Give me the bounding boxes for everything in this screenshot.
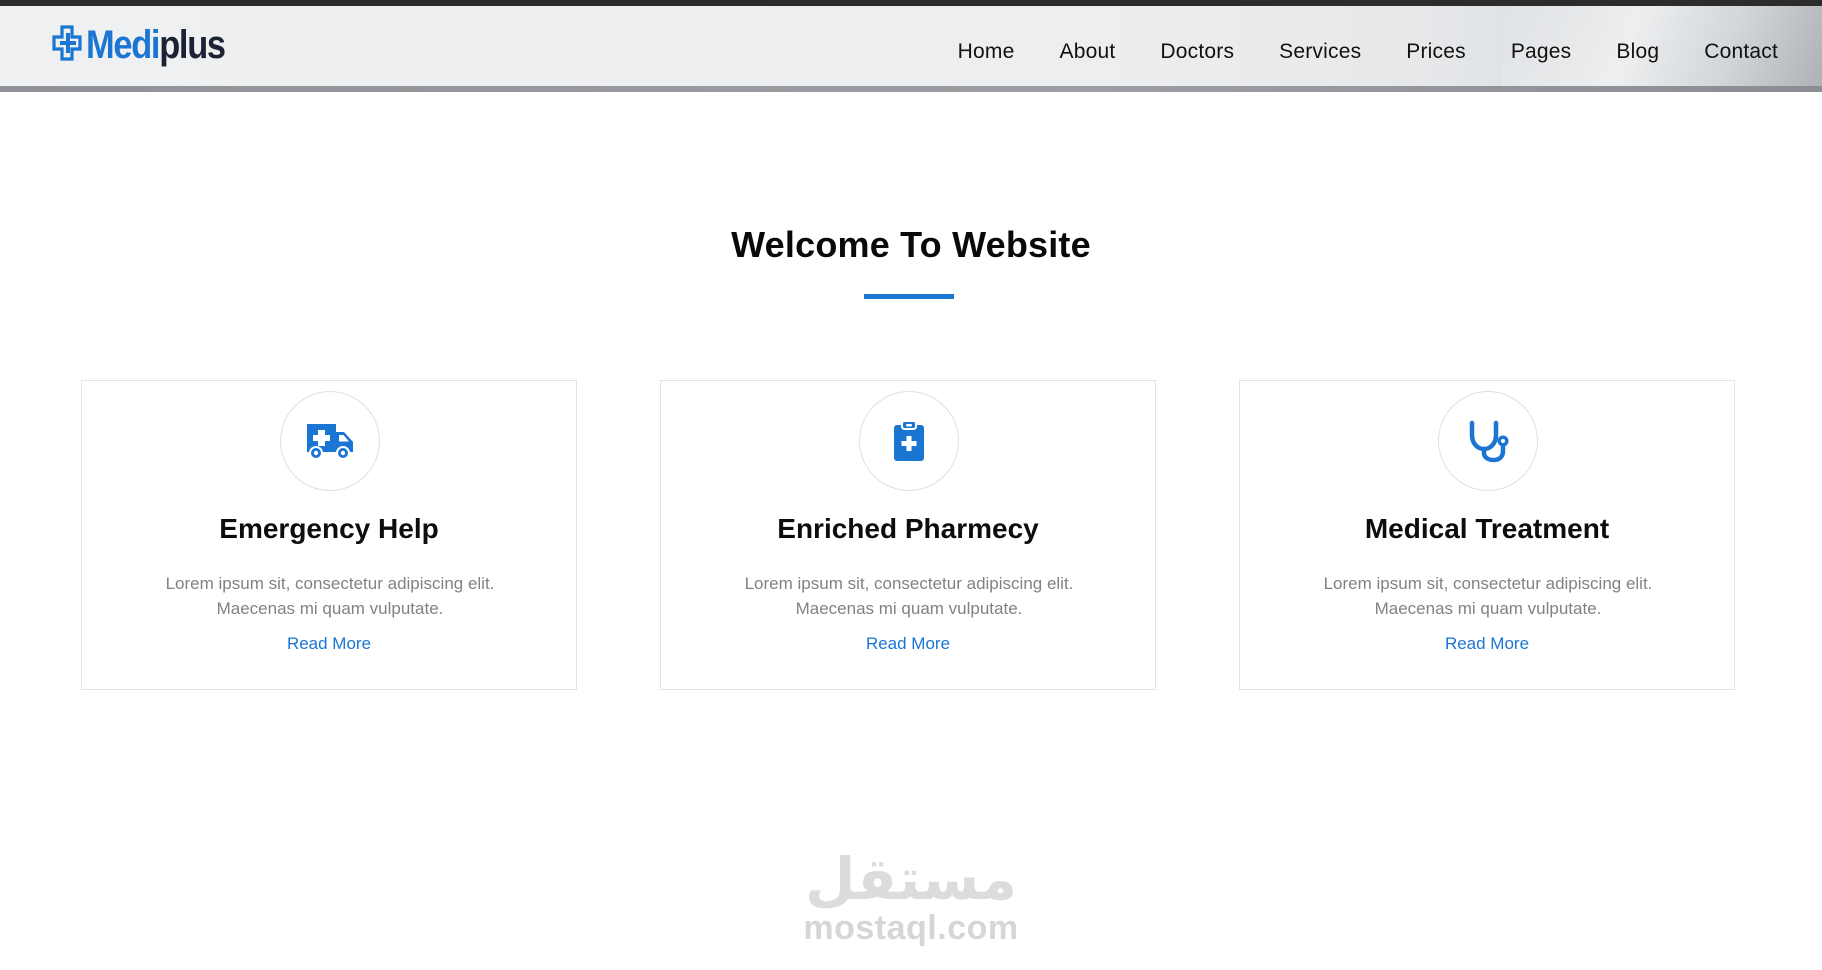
logo-text: Mediplus xyxy=(86,22,226,68)
site-logo[interactable]: Mediplus xyxy=(52,20,247,70)
card-text: Lorem ipsum sit, consectetur adipiscing … xyxy=(744,574,1074,618)
card-icon-circle xyxy=(280,391,380,491)
card-title: Emergency Help xyxy=(219,513,439,544)
logo-text-plus: plus xyxy=(159,22,226,67)
card-title: Medical Treatment xyxy=(1364,513,1610,544)
nav-home[interactable]: Home xyxy=(958,40,1015,64)
nav-services[interactable]: Services xyxy=(1279,40,1361,64)
mostaql-watermark: مستقل mostaql.com xyxy=(796,848,1026,958)
card-icon-circle xyxy=(859,391,959,491)
ambulance-icon xyxy=(307,424,353,460)
card-icon-circle xyxy=(1438,391,1538,491)
nav-contact[interactable]: Contact xyxy=(1704,40,1778,64)
read-more-link[interactable]: Read More xyxy=(82,634,576,654)
clipboard-medical-icon xyxy=(894,420,924,461)
logo-text-medi: Medi xyxy=(86,22,160,67)
read-more-link[interactable]: Read More xyxy=(661,634,1155,654)
feature-card-emergency: Emergency Help Lorem ipsum sit, consecte… xyxy=(81,380,577,690)
nav-prices[interactable]: Prices xyxy=(1406,40,1466,64)
nav-about[interactable]: About xyxy=(1060,40,1116,64)
card-text: Lorem ipsum sit, consectetur adipiscing … xyxy=(1323,574,1653,618)
section-title: Welcome To Website xyxy=(731,224,1091,265)
card-title: Enriched Pharmecy xyxy=(777,513,1039,544)
nav-blog[interactable]: Blog xyxy=(1616,40,1659,64)
read-more-link[interactable]: Read More xyxy=(1240,634,1734,654)
nav-doctors[interactable]: Doctors xyxy=(1160,40,1234,64)
watermark-latin: mostaql.com xyxy=(803,909,1019,947)
feature-card-pharmacy: Enriched Pharmecy Lorem ipsum sit, conse… xyxy=(660,380,1156,690)
site-header: Mediplus Home About Doctors Services Pri… xyxy=(0,6,1822,92)
card-text: Lorem ipsum sit, consectetur adipiscing … xyxy=(165,574,495,618)
medical-cross-logo-icon xyxy=(52,25,82,61)
watermark-arabic: مستقل xyxy=(804,845,1018,913)
nav-pages[interactable]: Pages xyxy=(1511,40,1572,64)
feature-card-treatment: Medical Treatment Lorem ipsum sit, conse… xyxy=(1239,380,1735,690)
stethoscope-icon xyxy=(1469,420,1509,463)
title-underline xyxy=(864,294,954,299)
main-nav: Home About Doctors Services Prices Pages… xyxy=(958,12,1778,92)
